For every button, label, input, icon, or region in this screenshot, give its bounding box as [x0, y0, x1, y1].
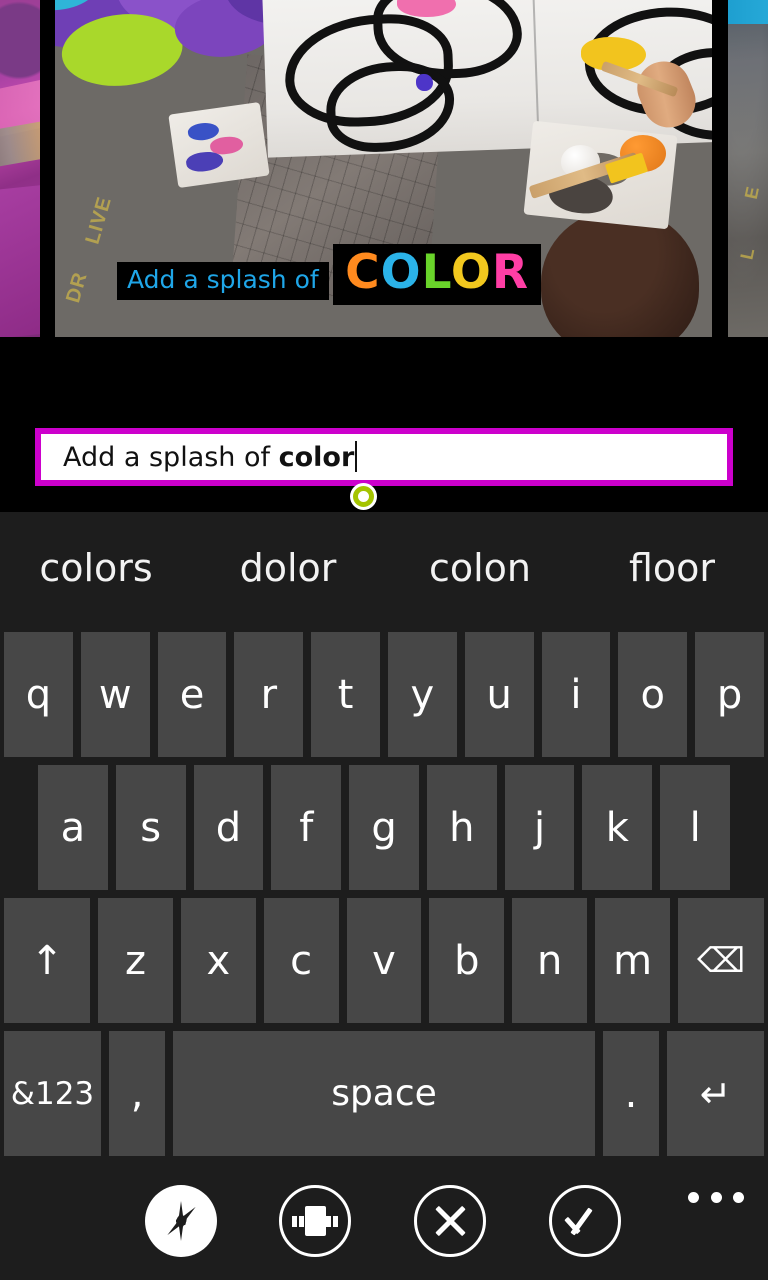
- close-icon: [433, 1204, 467, 1238]
- key-i[interactable]: i: [541, 632, 611, 757]
- key-a[interactable]: a: [38, 765, 108, 890]
- carousel-slide-previous[interactable]: [0, 0, 40, 337]
- key-b[interactable]: b: [429, 898, 505, 1023]
- key-z[interactable]: z: [98, 898, 173, 1023]
- animate-button[interactable]: [279, 1185, 351, 1257]
- accept-button[interactable]: [549, 1185, 621, 1257]
- caption-line-1: Add a splash of: [117, 261, 329, 300]
- key-p[interactable]: p: [695, 632, 764, 757]
- key-v[interactable]: v: [346, 898, 422, 1023]
- shake-animation-icon: [292, 1206, 338, 1236]
- photo-paint-blue: [416, 74, 433, 91]
- photo-chalk-marks: LIVE: [81, 193, 116, 247]
- keyboard-row-3: ↑ z x c v b n m ⌫: [0, 898, 768, 1023]
- key-g[interactable]: g: [349, 765, 419, 890]
- suggestion-item[interactable]: colors: [0, 546, 192, 590]
- ellipsis-dot: [710, 1191, 722, 1203]
- key-e[interactable]: e: [157, 632, 227, 757]
- text-drag-handle[interactable]: [350, 483, 377, 510]
- sparkle-icon: [161, 1201, 201, 1241]
- key-r[interactable]: r: [234, 632, 304, 757]
- key-h[interactable]: h: [426, 765, 497, 890]
- next-slide-image: E L: [728, 0, 768, 337]
- key-j[interactable]: j: [504, 765, 575, 890]
- photo-palette-left: [168, 101, 270, 188]
- bottom-app-bar: [0, 1162, 768, 1280]
- caption-letter: O: [450, 244, 492, 300]
- decor-shape: [0, 184, 40, 337]
- suggestion-item[interactable]: colon: [384, 546, 576, 590]
- key-n[interactable]: n: [512, 898, 588, 1023]
- key-o[interactable]: o: [618, 632, 688, 757]
- carousel-slide-current[interactable]: LIVE DR Add a splash of COLOR: [55, 0, 712, 337]
- caption-letter: R: [491, 244, 530, 300]
- key-m[interactable]: m: [595, 898, 670, 1023]
- photo-children-painting-mural: LIVE DR Add a splash of COLOR: [55, 0, 712, 337]
- photo-chalk-marks: DR: [61, 269, 92, 306]
- word-suggestion-bar: colors dolor colon floor: [0, 512, 768, 624]
- period-key[interactable]: .: [602, 1031, 660, 1156]
- shift-key-icon[interactable]: ↑: [4, 898, 91, 1023]
- caption-letter: C: [345, 244, 381, 300]
- photo-caption-overlay[interactable]: Add a splash of COLOR: [117, 237, 542, 305]
- key-y[interactable]: y: [387, 632, 457, 757]
- text-input-area: Add a splash of color: [0, 337, 768, 512]
- key-q[interactable]: q: [4, 632, 73, 757]
- keyboard-row-2: a s d f g h j k l: [0, 765, 768, 890]
- photo-carousel[interactable]: LIVE DR Add a splash of COLOR E L: [0, 0, 768, 337]
- on-screen-keyboard: colors dolor colon floor q w e r t y u i…: [0, 512, 768, 1162]
- backspace-key-icon[interactable]: ⌫: [677, 898, 765, 1023]
- key-f[interactable]: f: [271, 765, 342, 890]
- suggestion-item[interactable]: floor: [576, 546, 768, 590]
- check-icon: [566, 1204, 604, 1238]
- key-d[interactable]: d: [193, 765, 264, 890]
- carousel-slide-next[interactable]: E L: [728, 0, 768, 337]
- key-t[interactable]: t: [311, 632, 380, 757]
- effects-button[interactable]: [145, 1185, 217, 1257]
- caption-letter: L: [421, 244, 451, 300]
- keyboard-row-4: &123 , space . ↵: [0, 1031, 768, 1156]
- caption-line-2: COLOR: [333, 243, 542, 305]
- enter-key-icon[interactable]: ↵: [667, 1031, 764, 1156]
- more-options-button[interactable]: [688, 1180, 744, 1214]
- photo-person-right-hair: [541, 208, 699, 337]
- key-c[interactable]: c: [263, 898, 339, 1023]
- space-key[interactable]: space: [173, 1031, 595, 1156]
- ellipsis-dot: [733, 1191, 744, 1203]
- suggestion-item[interactable]: dolor: [192, 546, 384, 590]
- phone-screen: LIVE DR Add a splash of COLOR E L Add a …: [0, 0, 768, 1280]
- key-x[interactable]: x: [180, 898, 256, 1023]
- key-k[interactable]: k: [582, 765, 653, 890]
- key-u[interactable]: u: [464, 632, 534, 757]
- text-caret: [355, 441, 358, 472]
- symbols-key[interactable]: &123: [4, 1031, 101, 1156]
- comma-key[interactable]: ,: [108, 1031, 166, 1156]
- caption-text-input[interactable]: Add a splash of color: [35, 428, 733, 486]
- ellipsis-dot: [688, 1191, 699, 1203]
- cancel-button[interactable]: [414, 1185, 486, 1257]
- key-w[interactable]: w: [80, 632, 150, 757]
- caption-text-value: Add a splash of color: [41, 441, 358, 473]
- caption-letter: O: [380, 244, 422, 300]
- key-l[interactable]: l: [660, 765, 731, 890]
- key-s[interactable]: s: [115, 765, 186, 890]
- previous-slide-image: [0, 0, 40, 337]
- caption-bold-word: color: [278, 442, 355, 473]
- keyboard-row-1: q w e r t y u i o p: [0, 632, 768, 757]
